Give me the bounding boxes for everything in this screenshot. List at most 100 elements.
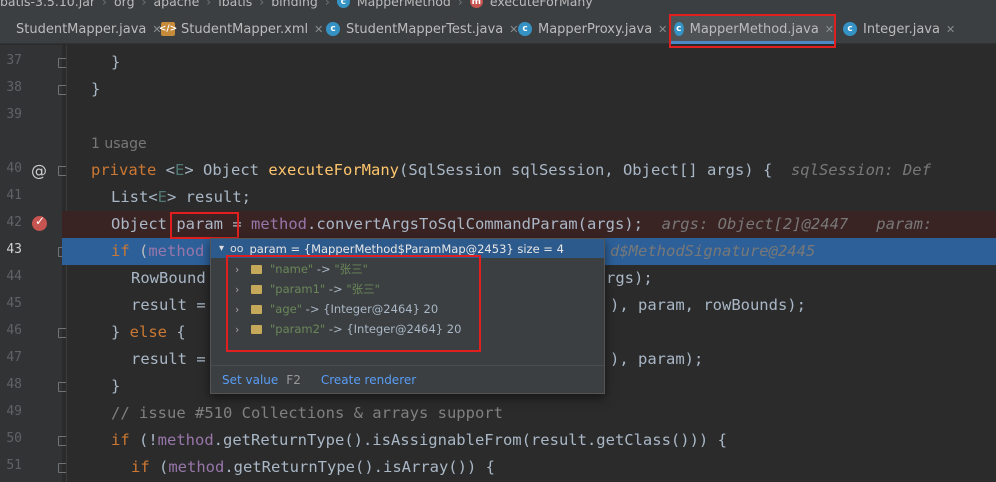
code-text: result = bbox=[131, 350, 206, 368]
tree-row[interactable]: › "param1" -> "张三" bbox=[235, 279, 380, 299]
code-text: Object bbox=[111, 215, 177, 233]
line-number: 47 bbox=[6, 350, 22, 365]
chevron-right-icon[interactable]: › bbox=[235, 263, 243, 276]
close-icon[interactable]: ✕ bbox=[825, 23, 834, 36]
code-line-49[interactable]: // issue #510 Collections & arrays suppo… bbox=[111, 400, 503, 427]
map-entry-icon bbox=[251, 264, 262, 274]
code-line-47[interactable]: result = bbox=[131, 346, 206, 373]
code-text: > result; bbox=[167, 188, 252, 206]
breadcrumb-apache[interactable]: apache bbox=[154, 0, 200, 9]
code-line-46[interactable]: } else { bbox=[111, 319, 186, 346]
entry-key: "param2" bbox=[270, 322, 326, 336]
create-renderer-link[interactable]: Create renderer bbox=[321, 373, 416, 387]
line-number: 50 bbox=[6, 431, 22, 446]
chevron-right-icon[interactable]: › bbox=[235, 303, 243, 316]
code-text: ( bbox=[129, 242, 149, 260]
xml-icon: </> bbox=[158, 22, 178, 36]
breadcrumb-binding[interactable]: binding bbox=[271, 0, 318, 9]
code-text: { bbox=[167, 323, 186, 341]
entry-value: {Integer@2464} 20 bbox=[346, 322, 462, 336]
tab-student-mapper-xml[interactable]: </> StudentMapper.xml ✕ bbox=[158, 14, 324, 44]
code-text: > Object bbox=[184, 161, 269, 179]
code-line-38[interactable]: } bbox=[91, 76, 100, 103]
watch-glasses-icon: oo bbox=[230, 242, 244, 255]
code-line-43[interactable]: if (method bbox=[111, 238, 204, 265]
breadcrumb-method[interactable]: executeForMany bbox=[490, 0, 593, 9]
chevron-down-icon[interactable]: ▾ bbox=[219, 243, 224, 254]
breakpoint-icon[interactable] bbox=[32, 214, 47, 231]
map-entry-icon bbox=[251, 324, 262, 334]
param-variable[interactable]: param bbox=[176, 215, 223, 233]
breadcrumb-jar[interactable]: batis-3.5.10.jar bbox=[0, 0, 95, 9]
code-text: result = bbox=[131, 296, 206, 314]
shortcut-label: F2 bbox=[286, 372, 301, 387]
line-number: 48 bbox=[6, 377, 22, 392]
editor-tab-bar: StudentMapper.java ✕ </> StudentMapper.x… bbox=[0, 14, 996, 44]
tab-student-mapper-java[interactable]: StudentMapper.java ✕ bbox=[0, 14, 162, 44]
close-icon[interactable]: ✕ bbox=[946, 23, 955, 36]
tree-row[interactable]: › "param2" -> {Integer@2464} 20 bbox=[235, 319, 461, 339]
code-text: .convertArgsToSqlCommandParam(args); bbox=[307, 215, 643, 233]
set-value-link[interactable]: Set value bbox=[222, 373, 278, 387]
entry-key: "param1" bbox=[270, 282, 326, 296]
breadcrumb: batis-3.5.10.jar › org › apache › ibatis… bbox=[0, 0, 996, 14]
close-icon[interactable]: ✕ bbox=[658, 23, 667, 36]
breadcrumb-ibatis[interactable]: ibatis bbox=[218, 0, 252, 9]
breadcrumb-class[interactable]: MapperMethod bbox=[357, 0, 451, 9]
breadcrumb-separator: › bbox=[457, 0, 463, 9]
tab-mapper-proxy[interactable]: c MapperProxy.java ✕ bbox=[518, 14, 667, 44]
breadcrumb-org[interactable]: org bbox=[114, 0, 135, 9]
map-entry-icon bbox=[251, 284, 262, 294]
line-number: 43 bbox=[6, 242, 22, 257]
code-text: (SqlSession sqlSession, Object[] args) { bbox=[399, 161, 773, 179]
field-reference: method bbox=[157, 431, 214, 449]
code-line-51[interactable]: if (method.getReturnType().isArray()) { bbox=[131, 454, 495, 481]
code-line-47-tail[interactable]: ), param); bbox=[610, 346, 703, 373]
type-parameter: E bbox=[157, 188, 168, 206]
line-number: 49 bbox=[6, 404, 22, 419]
debug-value-popup[interactable]: ▾ oo param = {MapperMethod$ParamMap@2453… bbox=[210, 238, 605, 394]
method-name: executeForMany bbox=[268, 161, 399, 179]
field-reference: method bbox=[148, 242, 205, 260]
code-line-44[interactable]: RowBound bbox=[131, 265, 206, 292]
code-line-41[interactable]: List<E> result; bbox=[111, 184, 251, 211]
code-line-42[interactable]: Object param = method.convertArgsToSqlCo… bbox=[111, 211, 932, 238]
line-number: 45 bbox=[6, 296, 22, 311]
code-line-37[interactable]: } bbox=[111, 49, 120, 76]
code-line-48[interactable]: } bbox=[111, 373, 120, 400]
code-text: ), param); bbox=[610, 350, 704, 368]
tree-row[interactable]: › "age" -> {Integer@2464} 20 bbox=[235, 299, 438, 319]
close-icon[interactable]: ✕ bbox=[314, 23, 323, 36]
class-icon: c bbox=[336, 0, 350, 8]
class-icon: c bbox=[843, 22, 857, 36]
inline-debug-hint: sqlSession: Def bbox=[772, 161, 931, 179]
tab-mapper-method[interactable]: c MapperMethod.java ✕ bbox=[670, 14, 834, 44]
usage-hint[interactable]: 1 usage bbox=[91, 136, 147, 152]
editor-gutter: 37 38 39 40 41 42 43 44 45 46 47 48 49 5… bbox=[0, 45, 67, 482]
keyword: if bbox=[111, 242, 130, 260]
code-line-50[interactable]: if (!method.getReturnType().isAssignable… bbox=[111, 427, 727, 454]
keyword: if bbox=[131, 458, 150, 476]
line-number: 38 bbox=[6, 80, 22, 95]
code-text: RowBound bbox=[131, 269, 206, 287]
map-entry-icon bbox=[251, 304, 262, 314]
entry-value: "张三" bbox=[346, 282, 380, 296]
tree-row[interactable]: › "name" -> "张三" bbox=[235, 259, 368, 279]
tab-student-mapper-test[interactable]: c StudentMapperTest.java ✕ bbox=[326, 14, 518, 44]
code-text: (! bbox=[129, 431, 158, 449]
code-text: } bbox=[111, 377, 121, 395]
entry-key: "name" bbox=[270, 262, 314, 276]
code-line-40[interactable]: private <E> Object executeForMany(SqlSes… bbox=[91, 157, 931, 184]
code-line-45-tail[interactable]: ), param, rowBounds); bbox=[610, 292, 806, 319]
code-line-44-tail[interactable]: rgs); bbox=[606, 265, 653, 292]
line-number: 40 bbox=[6, 161, 22, 176]
code-text: = bbox=[223, 215, 251, 233]
code-line-45[interactable]: result = bbox=[131, 292, 206, 319]
tab-label: Integer.java bbox=[863, 21, 940, 37]
tab-integer[interactable]: c Integer.java ✕ bbox=[843, 14, 955, 44]
override-annotation-icon[interactable]: @ bbox=[31, 161, 47, 180]
chevron-right-icon[interactable]: › bbox=[235, 323, 243, 336]
line-number: 37 bbox=[6, 53, 22, 68]
popup-header[interactable]: ▾ oo param = {MapperMethod$ParamMap@2453… bbox=[211, 239, 604, 258]
chevron-right-icon[interactable]: › bbox=[235, 283, 243, 296]
